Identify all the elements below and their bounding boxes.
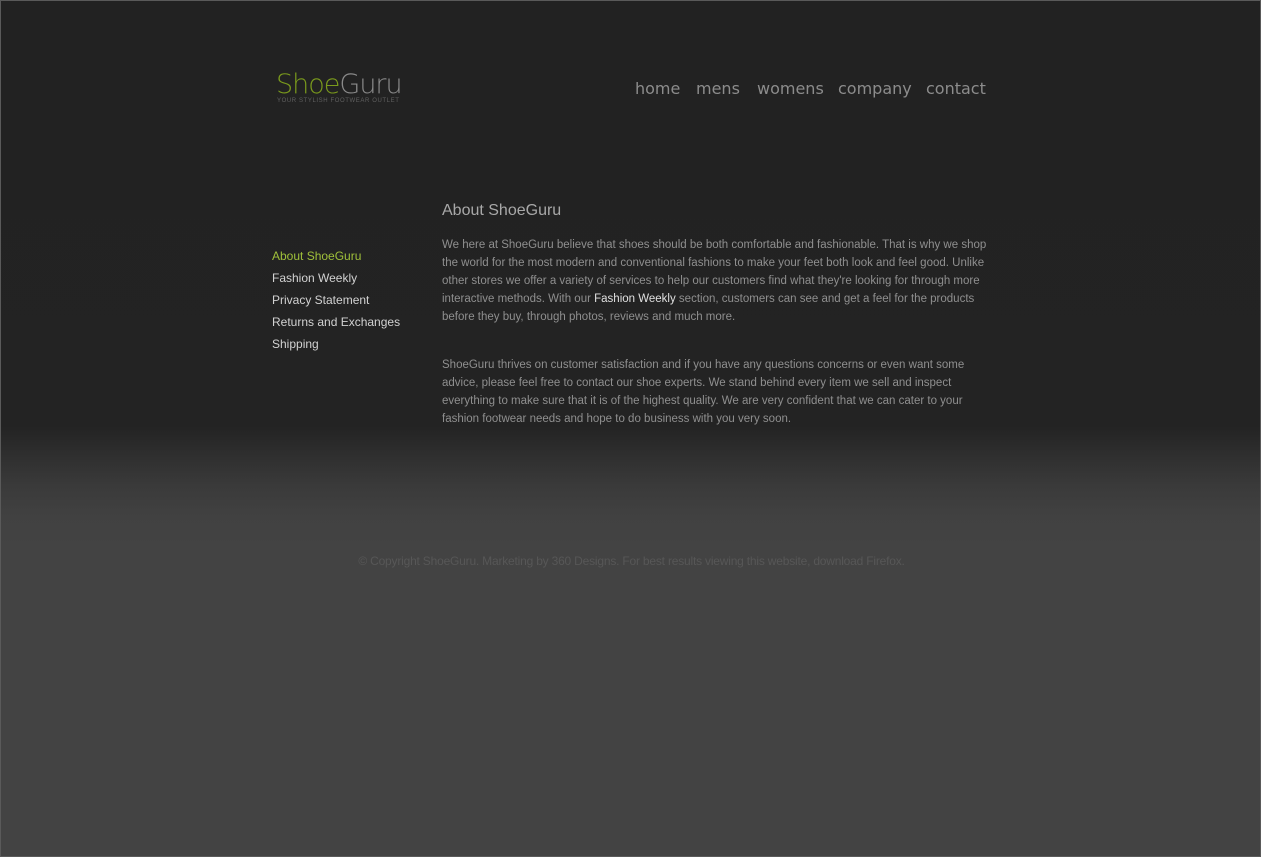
page-title: About ShoeGuru (442, 202, 562, 219)
logo-word-shoe: Shoe (276, 69, 340, 100)
sidebar-item-shipping[interactable]: Shipping (272, 333, 400, 355)
nav-womens[interactable]: womens (757, 79, 824, 99)
fashion-weekly-link[interactable]: Fashion Weekly (594, 293, 676, 305)
main-content: About ShoeGuru We here at ShoeGuru belie… (442, 200, 987, 428)
logo-word-guru: Guru (339, 69, 402, 100)
sidebar-menu: About ShoeGuru Fashion Weekly Privacy St… (272, 245, 400, 355)
nav-company[interactable]: company (838, 79, 912, 99)
nav-contact[interactable]: contact (926, 79, 986, 99)
nav-mens[interactable]: mens (696, 79, 740, 99)
sidebar-item-about-shoeguru[interactable]: About ShoeGuru (272, 245, 400, 267)
brand-logo[interactable]: ShoeGuru YOUR STYLISH FOOTWEAR OUTLET (276, 69, 426, 109)
footer-copyright: © Copyright ShoeGuru. Marketing by 360 D… (358, 554, 905, 568)
nav-home[interactable]: home (635, 79, 680, 99)
about-paragraph-1: We here at ShoeGuru believe that shoes s… (442, 236, 987, 326)
page-background: ShoeGuru YOUR STYLISH FOOTWEAR OUTLET ho… (0, 0, 1261, 857)
sidebar-item-fashion-weekly[interactable]: Fashion Weekly (272, 267, 400, 289)
sidebar-item-privacy-statement[interactable]: Privacy Statement (272, 289, 400, 311)
sidebar-item-returns-exchanges[interactable]: Returns and Exchanges (272, 311, 400, 333)
about-paragraph-2: ShoeGuru thrives on customer satisfactio… (442, 359, 965, 425)
logo-wordmark: ShoeGuru (276, 69, 403, 101)
logo-tagline: YOUR STYLISH FOOTWEAR OUTLET (277, 98, 400, 104)
